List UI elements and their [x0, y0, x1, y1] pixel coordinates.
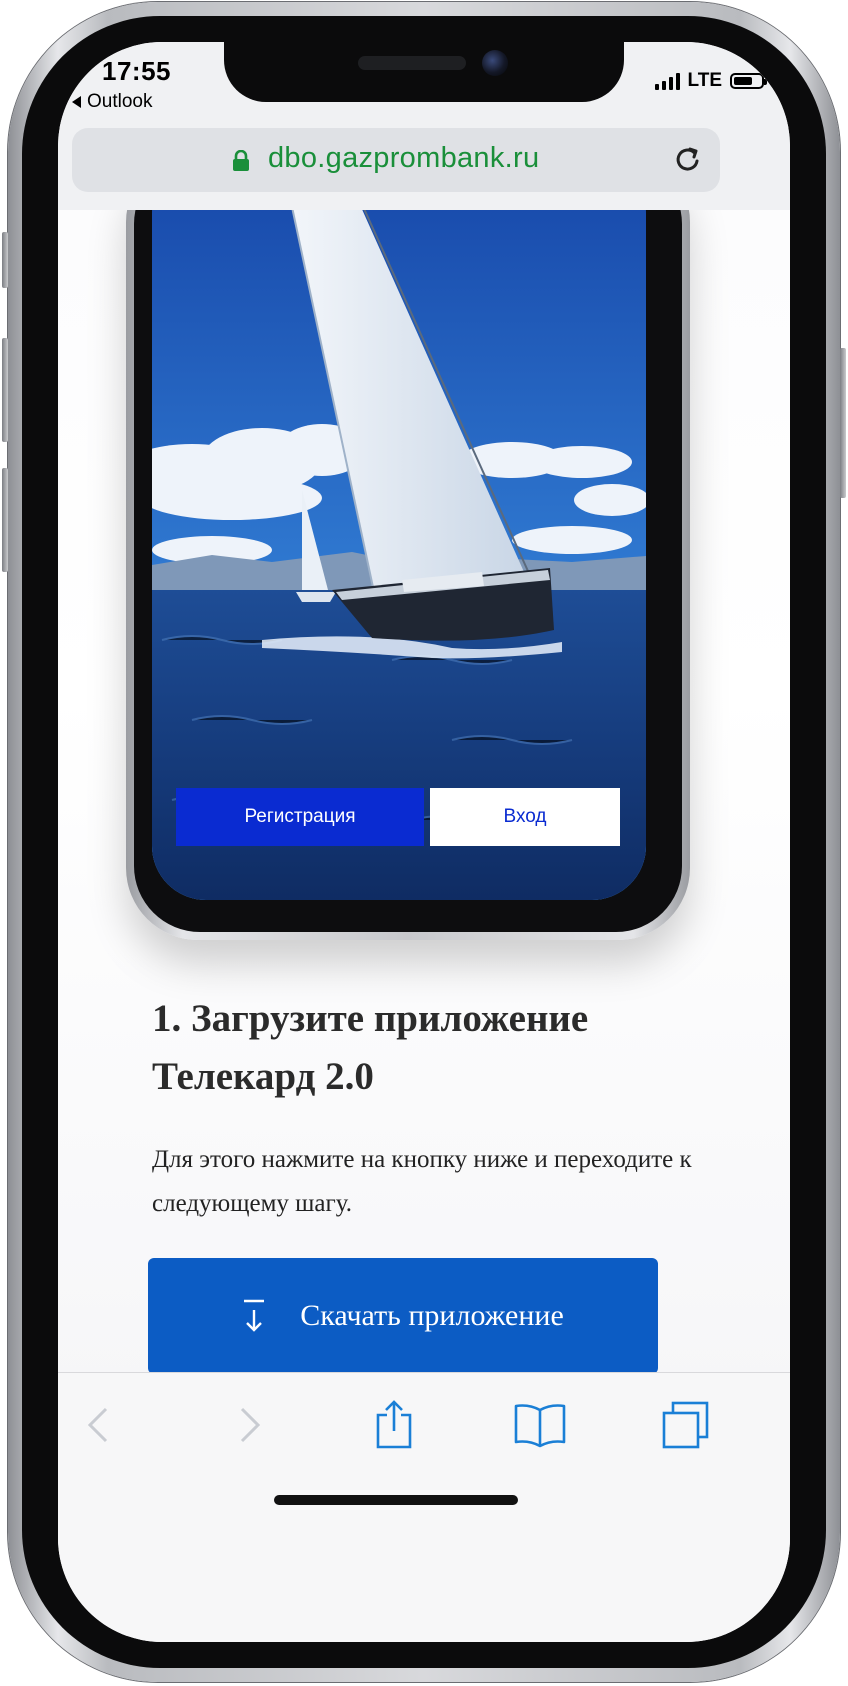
step-title: 1. Загрузите приложение Телекард 2.0	[152, 997, 589, 1098]
back-triangle-icon	[72, 96, 81, 108]
step-description: Для этого нажмите на кнопку ниже и перех…	[152, 1146, 692, 1217]
download-app-button[interactable]: Скачать приложение	[148, 1258, 658, 1374]
mute-switch	[2, 232, 8, 288]
back-to-app-link[interactable]: Outlook	[72, 91, 152, 113]
status-indicators: LTE	[654, 70, 767, 92]
login-button[interactable]: Вход	[430, 788, 620, 846]
volume-up-button	[2, 338, 8, 442]
bookmarks-button[interactable]	[510, 1395, 570, 1455]
promo-phone-image: Регистрация Вход	[126, 150, 690, 940]
notch	[224, 42, 624, 102]
power-button	[840, 348, 846, 498]
share-button[interactable]	[364, 1395, 424, 1455]
share-icon	[376, 1400, 412, 1449]
download-icon	[244, 1299, 265, 1332]
back-icon	[87, 1407, 108, 1443]
status-time: 17:55	[102, 56, 171, 86]
back-app-label: Outlook	[87, 91, 153, 112]
browser-toolbar	[58, 1372, 790, 1642]
signal-icon	[654, 72, 680, 90]
volume-down-button	[2, 468, 8, 572]
tabs-icon	[662, 1401, 709, 1449]
tabs-button[interactable]	[656, 1395, 716, 1455]
speaker-grille	[358, 56, 466, 70]
url-bar[interactable]: dbo.gazprombank.ru	[72, 128, 720, 192]
battery-icon	[730, 73, 767, 89]
home-indicator[interactable]	[274, 1495, 518, 1505]
phone-screen: 17:55 Outlook LTE dbo.gazprombank.ru Рег…	[58, 42, 790, 1642]
register-button[interactable]: Регистрация	[176, 788, 424, 846]
url-text: dbo.gazprombank.ru	[268, 142, 540, 174]
battery-level	[734, 77, 752, 85]
forward-button[interactable]	[220, 1395, 280, 1455]
reload-icon[interactable]	[672, 144, 704, 176]
download-label: Скачать приложение	[300, 1299, 564, 1332]
front-camera	[482, 50, 508, 76]
back-button[interactable]	[68, 1395, 128, 1455]
network-label: LTE	[687, 70, 722, 91]
web-page: Регистрация Вход 1. Загрузите приложение…	[58, 150, 790, 1410]
lock-icon	[233, 150, 249, 171]
forward-icon	[240, 1407, 261, 1443]
bookmarks-icon	[514, 1404, 566, 1448]
promo-phone-screen: Регистрация Вход	[152, 160, 646, 900]
